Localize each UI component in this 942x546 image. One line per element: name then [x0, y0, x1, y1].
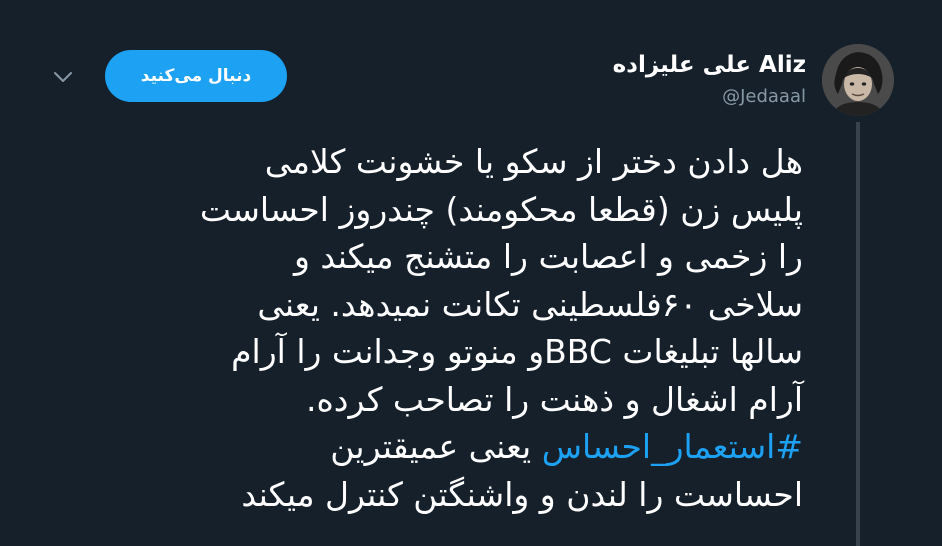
- hashtag-link[interactable]: #استعمار_احساس: [542, 427, 803, 466]
- tweet-menu-button[interactable]: [52, 66, 74, 88]
- thread-line: [856, 122, 860, 546]
- user-handle[interactable]: @Jedaaal: [613, 84, 806, 110]
- tweet-line: پلیس زن (قطعا محکومند) چندروز احساست: [199, 189, 803, 229]
- tweet-line: احساست را لندن و واشنگتن کنترل میکند: [241, 474, 803, 514]
- person-avatar-icon: [822, 44, 894, 116]
- tweet-line-hashtag: #استعمار_احساس یعنی عمیقترین: [63, 423, 803, 471]
- avatar[interactable]: [822, 44, 894, 116]
- tweet-text: هل دادن دختر از سکو یا خشونت کلامی پلیس …: [63, 138, 803, 518]
- tweet-line-text: یعنی عمیقترین: [330, 427, 532, 466]
- tweet-card: Aliz علی علیزاده @Jedaaal دنبال می‌کنید …: [0, 0, 942, 546]
- tweet-line: را زخمی و اعصابت را متشنج میکند و: [293, 237, 803, 276]
- chevron-down-icon: [54, 72, 72, 82]
- tweet-line: هل دادن دختر از سکو یا خشونت کلامی: [264, 142, 803, 181]
- user-info[interactable]: Aliz علی علیزاده @Jedaaal: [613, 50, 806, 110]
- tweet-line: سلاخی ۶۰فلسطینی تکانت نمیدهد. یعنی: [257, 284, 803, 324]
- tweet-line: سالها تبلیغات BBCو منوتو وجدانت را آرام: [231, 332, 803, 371]
- display-name[interactable]: Aliz علی علیزاده: [613, 50, 806, 80]
- tweet-line: آرام اشغال و ذهنت را تصاحب کرده.: [306, 379, 803, 419]
- following-button[interactable]: دنبال می‌کنید: [105, 50, 287, 102]
